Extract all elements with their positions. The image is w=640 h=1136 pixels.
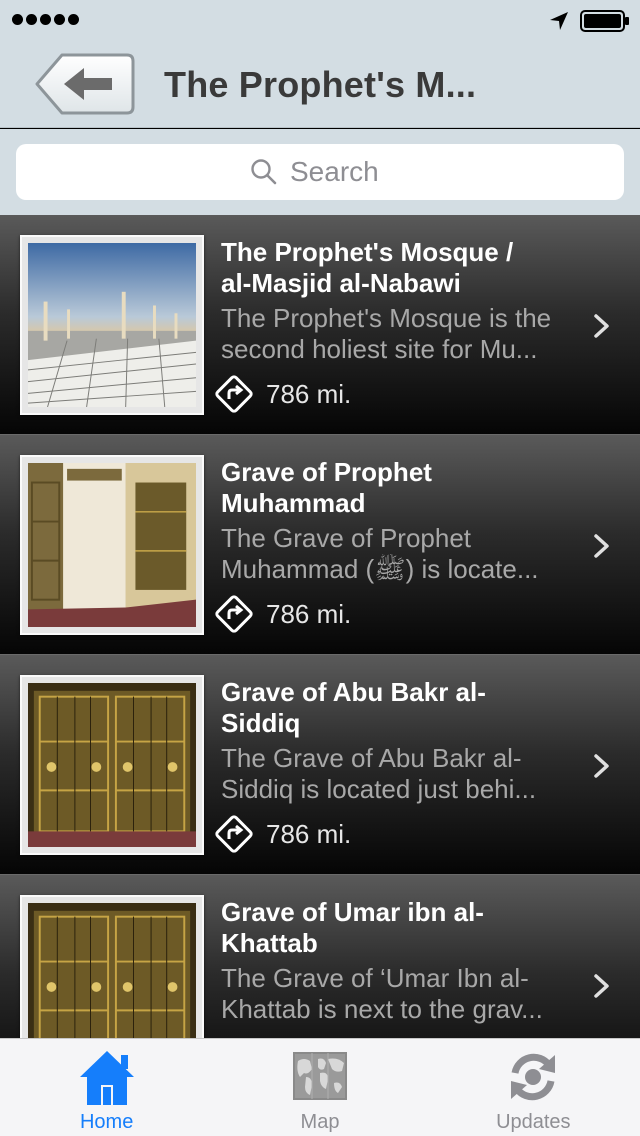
top-bar: The Prophet's M... [0, 0, 640, 128]
thumbnail-frame [20, 235, 204, 415]
distance: 786 mi. [215, 375, 351, 413]
thumbnail-frame [20, 675, 204, 855]
distance-label: 786 mi. [266, 598, 352, 629]
signal-strength-icon [12, 14, 79, 25]
mosque-photo [28, 243, 196, 407]
list-item[interactable]: Grave of Abu Bakr al- Siddiq The Grave o… [0, 655, 640, 875]
distance-label: 786 mi. [266, 378, 352, 409]
list-item[interactable]: The Prophet's Mosque / al-Masjid al-Naba… [0, 215, 640, 435]
distance: 786 mi. [215, 815, 351, 853]
app-screen: The Prophet's M... Search The Prophet's … [0, 0, 640, 1136]
updates-icon [511, 1053, 556, 1101]
tab-bar: Home Map Updates [0, 1038, 640, 1136]
item-title: Grave of Abu Bakr al- Siddiq [221, 677, 486, 738]
item-title: The Prophet's Mosque / al-Masjid al-Naba… [221, 237, 514, 298]
search-field[interactable] [16, 144, 624, 200]
chevron-right-icon [594, 314, 609, 338]
tab-label: Map [300, 1111, 340, 1133]
tab-updates[interactable]: Updates [427, 1039, 640, 1136]
grave-interior-photo [28, 463, 196, 627]
directions-icon [215, 815, 253, 853]
distance-label: 786 mi. [266, 818, 352, 849]
search-icon [251, 159, 277, 185]
list-item[interactable]: Grave of Umar ibn al- Khattab The Grave … [0, 875, 640, 1038]
directions-icon [215, 595, 253, 633]
home-icon [79, 1051, 134, 1105]
golden-gate-photo [28, 903, 196, 1038]
chevron-right-icon [594, 974, 609, 998]
battery-icon [580, 10, 629, 32]
item-description: The Grave of Prophet Muhammad (ﷺ) is loc… [221, 523, 539, 584]
back-button[interactable] [34, 52, 136, 116]
back-arrow-icon [35, 53, 135, 115]
thumbnail-frame [20, 455, 204, 635]
item-title: Grave of Prophet Muhammad [221, 457, 432, 518]
tab-label: Updates [496, 1111, 571, 1133]
thumbnail-frame [20, 895, 204, 1038]
page-title: The Prophet's M... [164, 64, 477, 105]
directions-icon [215, 375, 253, 413]
places-list: The Prophet's Mosque / al-Masjid al-Naba… [0, 215, 640, 1038]
distance: 786 mi. [215, 595, 351, 633]
search-input[interactable] [290, 156, 390, 188]
search-bar [0, 129, 640, 215]
map-icon [292, 1052, 347, 1100]
status-bar [0, 0, 640, 40]
location-arrow-icon [550, 12, 568, 30]
item-title: Grave of Umar ibn al- Khattab [221, 897, 484, 958]
item-description: The Grave of ‘Umar Ibn al- Khattab is ne… [221, 963, 543, 1024]
golden-gate-photo [28, 683, 196, 847]
item-description: The Prophet's Mosque is the second holie… [221, 303, 552, 364]
chevron-right-icon [594, 534, 609, 558]
list-item[interactable]: Grave of Prophet Muhammad The Grave of P… [0, 435, 640, 655]
item-description: The Grave of Abu Bakr al- Siddiq is loca… [221, 743, 537, 804]
tab-home[interactable]: Home [0, 1039, 213, 1136]
tab-label: Home [79, 1111, 134, 1133]
tab-map[interactable]: Map [213, 1039, 426, 1136]
chevron-right-icon [594, 754, 609, 778]
